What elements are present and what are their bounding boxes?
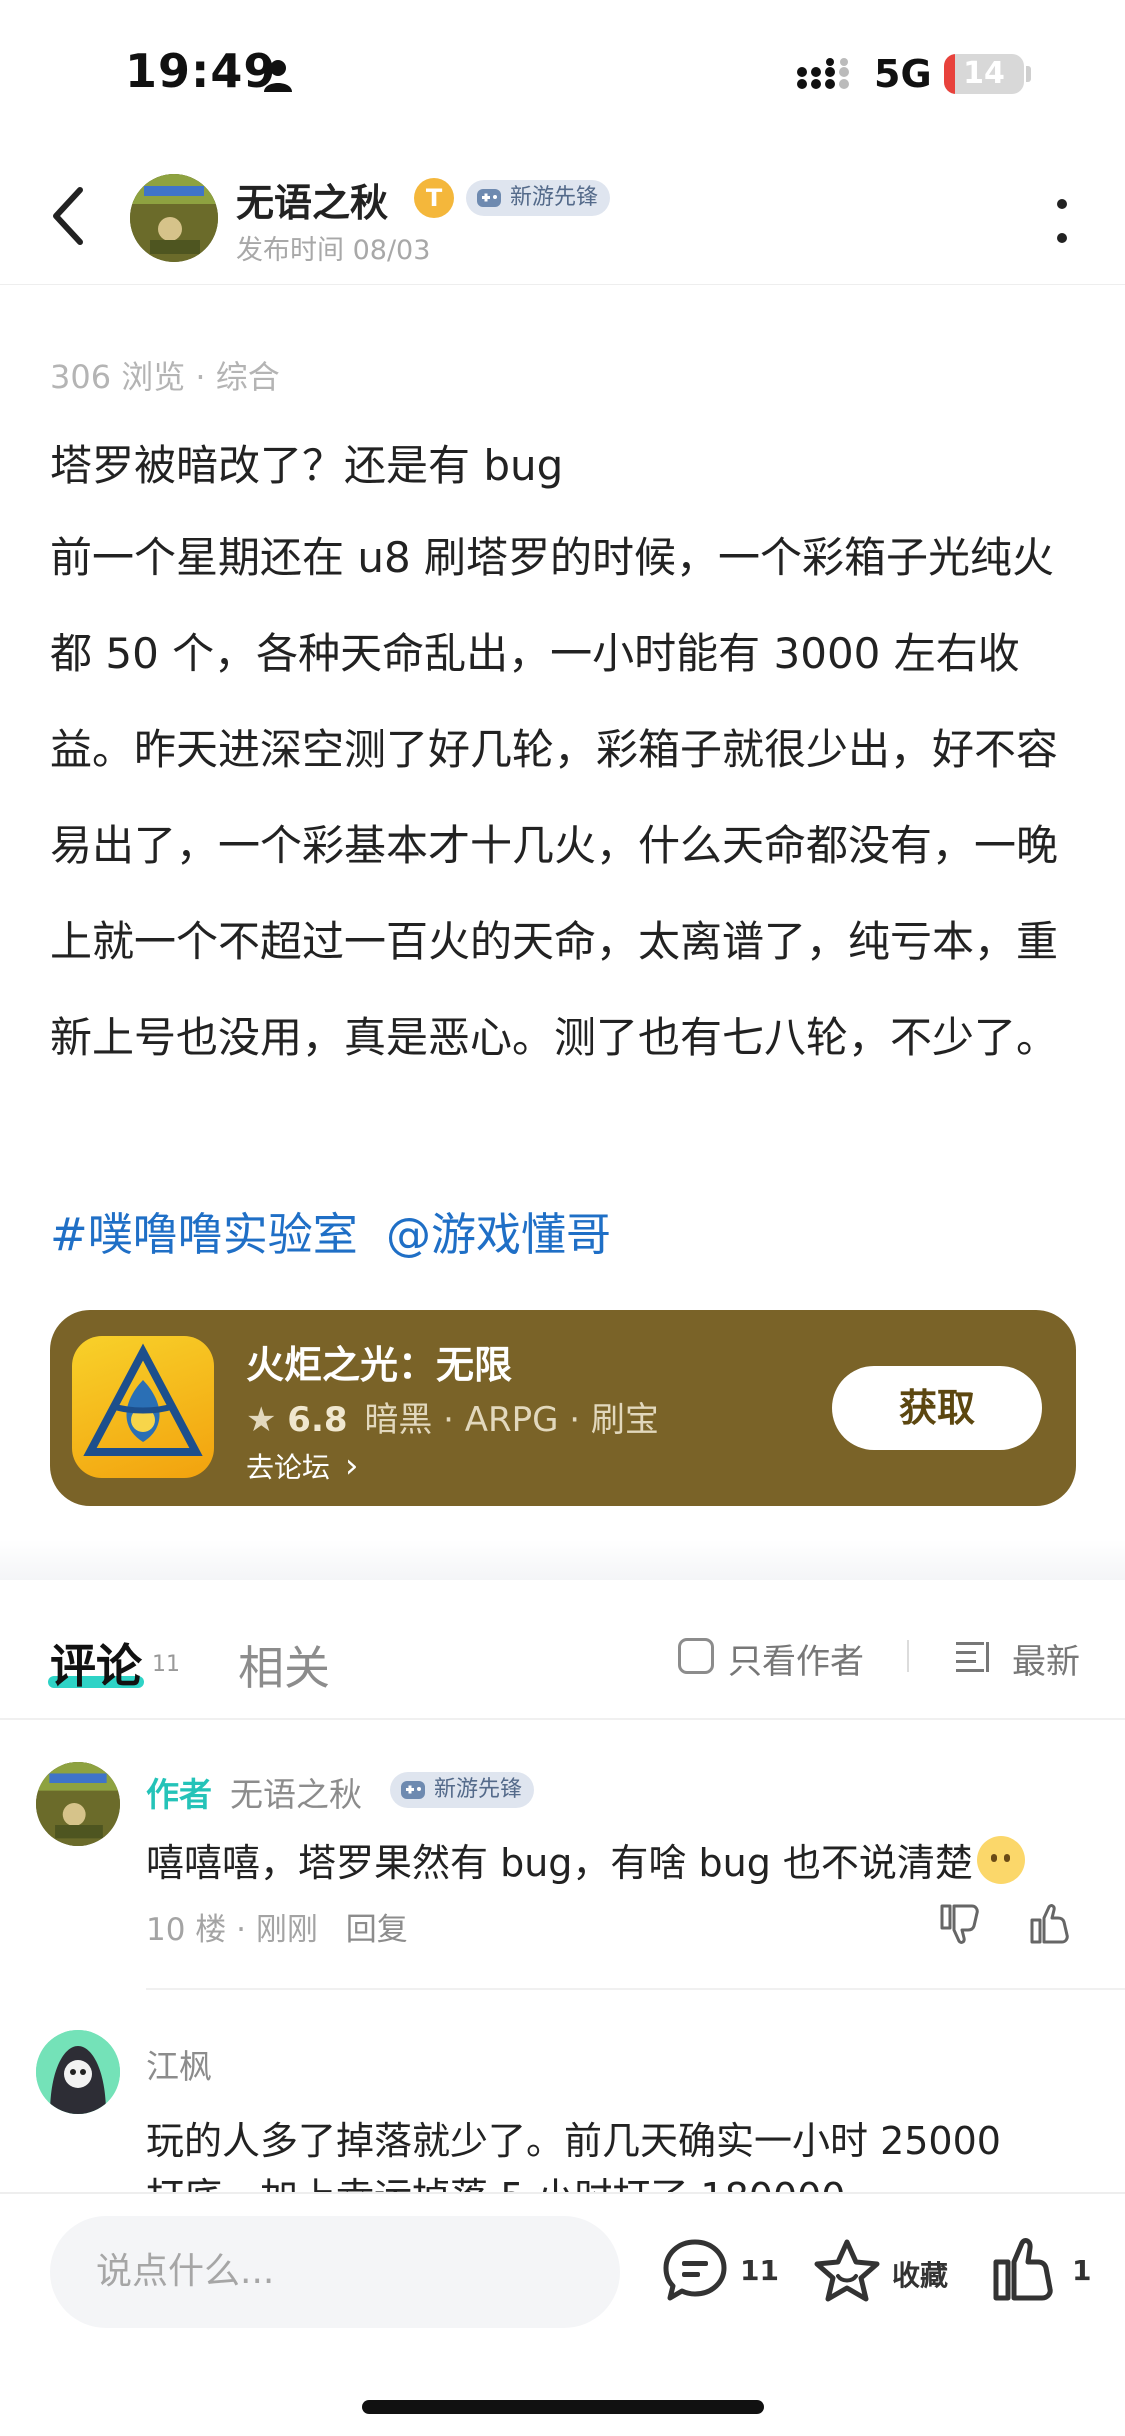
author-badge: 作者 xyxy=(146,1775,212,1814)
only-author-checkbox[interactable] xyxy=(678,1638,714,1674)
comment-avatar[interactable] xyxy=(36,1762,120,1846)
smile-emoji-icon xyxy=(976,1836,1025,1884)
post-body: 前一个星期还在 u8 刷塔罗的时候，一个彩箱子光纯火都 50 个，各种天命乱出，… xyxy=(50,533,1059,1062)
comment-author-name[interactable]: 无语之秋 xyxy=(230,1768,362,1816)
tab-comments-count: 11 xyxy=(152,1652,180,1677)
author-avatar[interactable] xyxy=(130,174,218,262)
like-icon[interactable] xyxy=(990,2234,1060,2304)
comment-text-line: 玩的人多了掉落就少了。前几天确实一小时 25000 xyxy=(146,2119,1001,2163)
home-indicator xyxy=(362,2400,764,2414)
mention-link[interactable]: @游戏懂哥 xyxy=(386,1208,611,1261)
tabs-border xyxy=(0,1718,1125,1720)
sort-label[interactable]: 最新 xyxy=(1012,1634,1080,1683)
like-count: 1 xyxy=(1072,2254,1092,2287)
game-card[interactable]: 火炬之光：无限 ★ 6.8 暗黑 · ARPG · 刷宝 去论坛 › 获取 xyxy=(50,1310,1076,1506)
gamepad-icon xyxy=(401,1781,425,1799)
tab-related[interactable]: 相关 xyxy=(238,1632,330,1698)
reply-button[interactable]: 回复 xyxy=(346,1912,408,1948)
comment-floor: 10 楼 xyxy=(146,1912,227,1948)
comment-icon[interactable] xyxy=(660,2236,730,2306)
sort-icon[interactable] xyxy=(954,1636,994,1676)
star-outline-icon[interactable] xyxy=(812,2236,882,2306)
comment-time: 刚刚 xyxy=(255,1912,318,1948)
comment-divider xyxy=(146,1988,1125,1990)
publish-time: 发布时间 08/03 xyxy=(236,235,431,266)
level-badge: T xyxy=(414,178,454,218)
only-author-label[interactable]: 只看作者 xyxy=(728,1634,864,1683)
game-title: 火炬之光：无限 xyxy=(246,1343,513,1387)
hashtag-link[interactable]: #噗噜噜实验室 xyxy=(50,1208,358,1261)
author-tag-badge: 新游先锋 xyxy=(466,180,611,216)
comment-count: 11 xyxy=(740,2254,779,2287)
comment-avatar[interactable] xyxy=(36,2030,120,2114)
game-genres: 暗黑 · ARPG · 刷宝 xyxy=(364,1400,659,1440)
author-tag-label: 新游先锋 xyxy=(510,185,599,210)
star-icon: ★ xyxy=(246,1400,277,1440)
comment-author-tag: 新游先锋 xyxy=(390,1772,535,1808)
comment-meta: 10 楼 · 刚刚 回复 xyxy=(146,1904,408,1949)
avatar-image xyxy=(36,2030,120,2114)
battery-icon: 14 xyxy=(944,54,1024,94)
game-app-icon[interactable] xyxy=(72,1336,214,1478)
person-icon xyxy=(264,60,292,92)
battery-cap xyxy=(1026,66,1031,82)
gamepad-icon xyxy=(477,189,501,207)
avatar-image xyxy=(130,174,218,262)
game-rating: 6.8 xyxy=(287,1400,348,1440)
comment-text: 嘻嘻嘻，塔罗果然有 bug，有啥 bug 也不说清楚 xyxy=(146,1832,1025,1887)
tab-divider xyxy=(907,1640,909,1672)
comment-input[interactable]: 说点什么... xyxy=(50,2216,620,2328)
go-to-forum-link[interactable]: 去论坛 › xyxy=(246,1446,359,1486)
meta-separator: · xyxy=(236,1912,256,1948)
signal-icon xyxy=(797,58,849,89)
get-game-button[interactable]: 获取 xyxy=(832,1366,1042,1450)
game-meta: ★ 6.8 暗黑 · ARPG · 刷宝 xyxy=(246,1392,659,1441)
torchlight-logo-icon xyxy=(83,1343,203,1456)
tab-comments[interactable]: 评论 xyxy=(50,1630,142,1696)
status-time: 19:49 xyxy=(125,44,277,98)
favorite-label[interactable]: 收藏 xyxy=(892,2254,948,2294)
section-gap xyxy=(0,1540,1125,1580)
post-title: 塔罗被暗改了？还是有 bug xyxy=(50,441,564,490)
battery-percent: 14 xyxy=(963,56,1005,91)
network-type: 5G xyxy=(874,52,932,96)
comment-author-name[interactable]: 江枫 xyxy=(146,2040,212,2088)
forum-link-label: 去论坛 xyxy=(246,1451,331,1484)
like-icon[interactable] xyxy=(1026,1900,1074,1948)
chevron-right-icon: › xyxy=(344,1446,359,1486)
comment-author-tag-label: 新游先锋 xyxy=(434,1777,523,1802)
post-meta: 306 浏览 · 综合 xyxy=(50,358,280,396)
author-name[interactable]: 无语之秋 xyxy=(236,172,388,227)
post-header: 无语之秋 T 新游先锋 发布时间 08/03 xyxy=(0,150,1125,285)
hashtag-row: #噗噜噜实验室 @游戏懂哥 xyxy=(50,1198,625,1263)
dislike-icon[interactable] xyxy=(936,1900,984,1948)
avatar-image xyxy=(36,1762,120,1846)
comment-text-content: 嘻嘻嘻，塔罗果然有 bug，有啥 bug 也不说清楚 xyxy=(146,1841,973,1885)
status-bar: 19:49 5G 14 xyxy=(0,0,1125,150)
more-options-icon[interactable] xyxy=(1052,194,1072,248)
back-arrow-icon[interactable] xyxy=(44,180,94,252)
